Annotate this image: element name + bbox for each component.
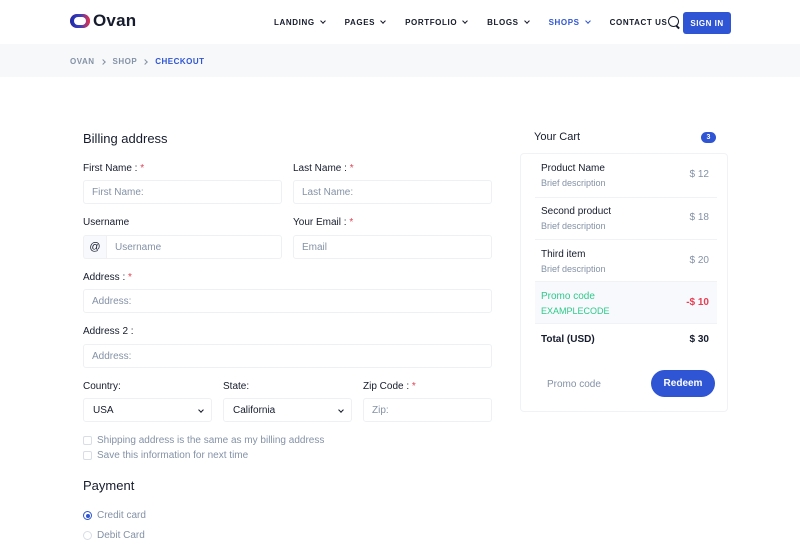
- chevron-down-icon: [198, 407, 204, 413]
- zip-input[interactable]: [363, 398, 492, 422]
- breadcrumb-shop[interactable]: SHOP: [113, 57, 138, 66]
- state-select[interactable]: California: [223, 398, 352, 422]
- username-label: Username: [83, 217, 130, 228]
- cart-item: Product Name Brief description $ 12: [535, 155, 717, 198]
- address-input[interactable]: [83, 289, 492, 313]
- cart-count-badge: 3: [701, 132, 716, 143]
- logo-text: Ovan: [93, 11, 137, 30]
- country-select[interactable]: USA: [83, 398, 212, 422]
- promo-row: Promo code EXAMPLECODE -$ 10: [535, 282, 717, 324]
- top-navbar: Ovan LANDING PAGES PORTFOLIO BLOGS SHOPS…: [0, 0, 800, 44]
- save-info-option[interactable]: Save this information for next time: [83, 450, 248, 461]
- zip-label: Zip Code : *: [363, 381, 416, 392]
- logo-icon: [70, 14, 90, 28]
- breadcrumb-ovan[interactable]: OVAN: [70, 57, 95, 66]
- payment-title: Payment: [83, 478, 135, 493]
- chevron-right-icon: [142, 58, 149, 65]
- chevron-right-icon: [99, 58, 106, 65]
- billing-title: Billing address: [83, 131, 168, 146]
- chevron-down-icon: [584, 17, 591, 24]
- address2-label: Address 2 :: [83, 326, 134, 337]
- main-nav: LANDING PAGES PORTFOLIO BLOGS SHOPS CONT…: [274, 0, 687, 44]
- credit-card-radio[interactable]: [83, 511, 92, 520]
- first-name-input[interactable]: [83, 180, 282, 204]
- nav-shops[interactable]: SHOPS: [549, 17, 591, 27]
- address2-input[interactable]: [83, 344, 492, 368]
- debit-card-radio[interactable]: [83, 531, 92, 540]
- cart-item: Third item Brief description $ 20: [535, 240, 717, 282]
- sign-in-button[interactable]: SIGN IN: [683, 12, 731, 34]
- chevron-down-icon: [523, 17, 530, 24]
- logo[interactable]: Ovan: [70, 11, 136, 31]
- cart-item: Second product Brief description $ 18: [535, 198, 717, 240]
- promo-code-input[interactable]: [535, 371, 645, 397]
- nav-contact-us[interactable]: CONTACT US: [610, 18, 668, 27]
- last-name-input[interactable]: [293, 180, 492, 204]
- breadcrumb: OVAN SHOP CHECKOUT: [70, 57, 205, 66]
- chevron-down-icon: [319, 17, 326, 24]
- breadcrumb-checkout: CHECKOUT: [155, 57, 205, 66]
- same-address-option[interactable]: Shipping address is the same as my billi…: [83, 435, 324, 446]
- email-input[interactable]: [293, 235, 492, 259]
- last-name-label: Last Name : *: [293, 163, 354, 174]
- chevron-down-icon: [380, 17, 386, 24]
- debit-card-option[interactable]: Debit Card: [83, 530, 145, 541]
- email-label: Your Email : *: [293, 217, 354, 228]
- cart-title: Your Cart: [534, 131, 581, 143]
- nav-pages[interactable]: PAGES: [345, 17, 386, 27]
- state-label: State:: [223, 381, 250, 392]
- chevron-down-icon: [338, 407, 344, 413]
- same-address-checkbox[interactable]: [83, 436, 92, 445]
- total-row: Total (USD) $ 30: [541, 334, 709, 345]
- redeem-button[interactable]: Redeem: [651, 370, 715, 397]
- address-label: Address : *: [83, 272, 132, 283]
- credit-card-option[interactable]: Credit card: [83, 510, 146, 521]
- first-name-label: First Name : *: [83, 163, 145, 174]
- chevron-down-icon: [462, 17, 468, 24]
- country-label: Country:: [83, 381, 121, 392]
- search-icon[interactable]: [668, 16, 679, 27]
- save-info-checkbox[interactable]: [83, 451, 92, 460]
- nav-landing[interactable]: LANDING: [274, 17, 326, 27]
- nav-blogs[interactable]: BLOGS: [487, 17, 530, 27]
- username-input[interactable]: [106, 235, 282, 259]
- at-icon: @: [83, 235, 106, 259]
- nav-portfolio[interactable]: PORTFOLIO: [405, 17, 468, 27]
